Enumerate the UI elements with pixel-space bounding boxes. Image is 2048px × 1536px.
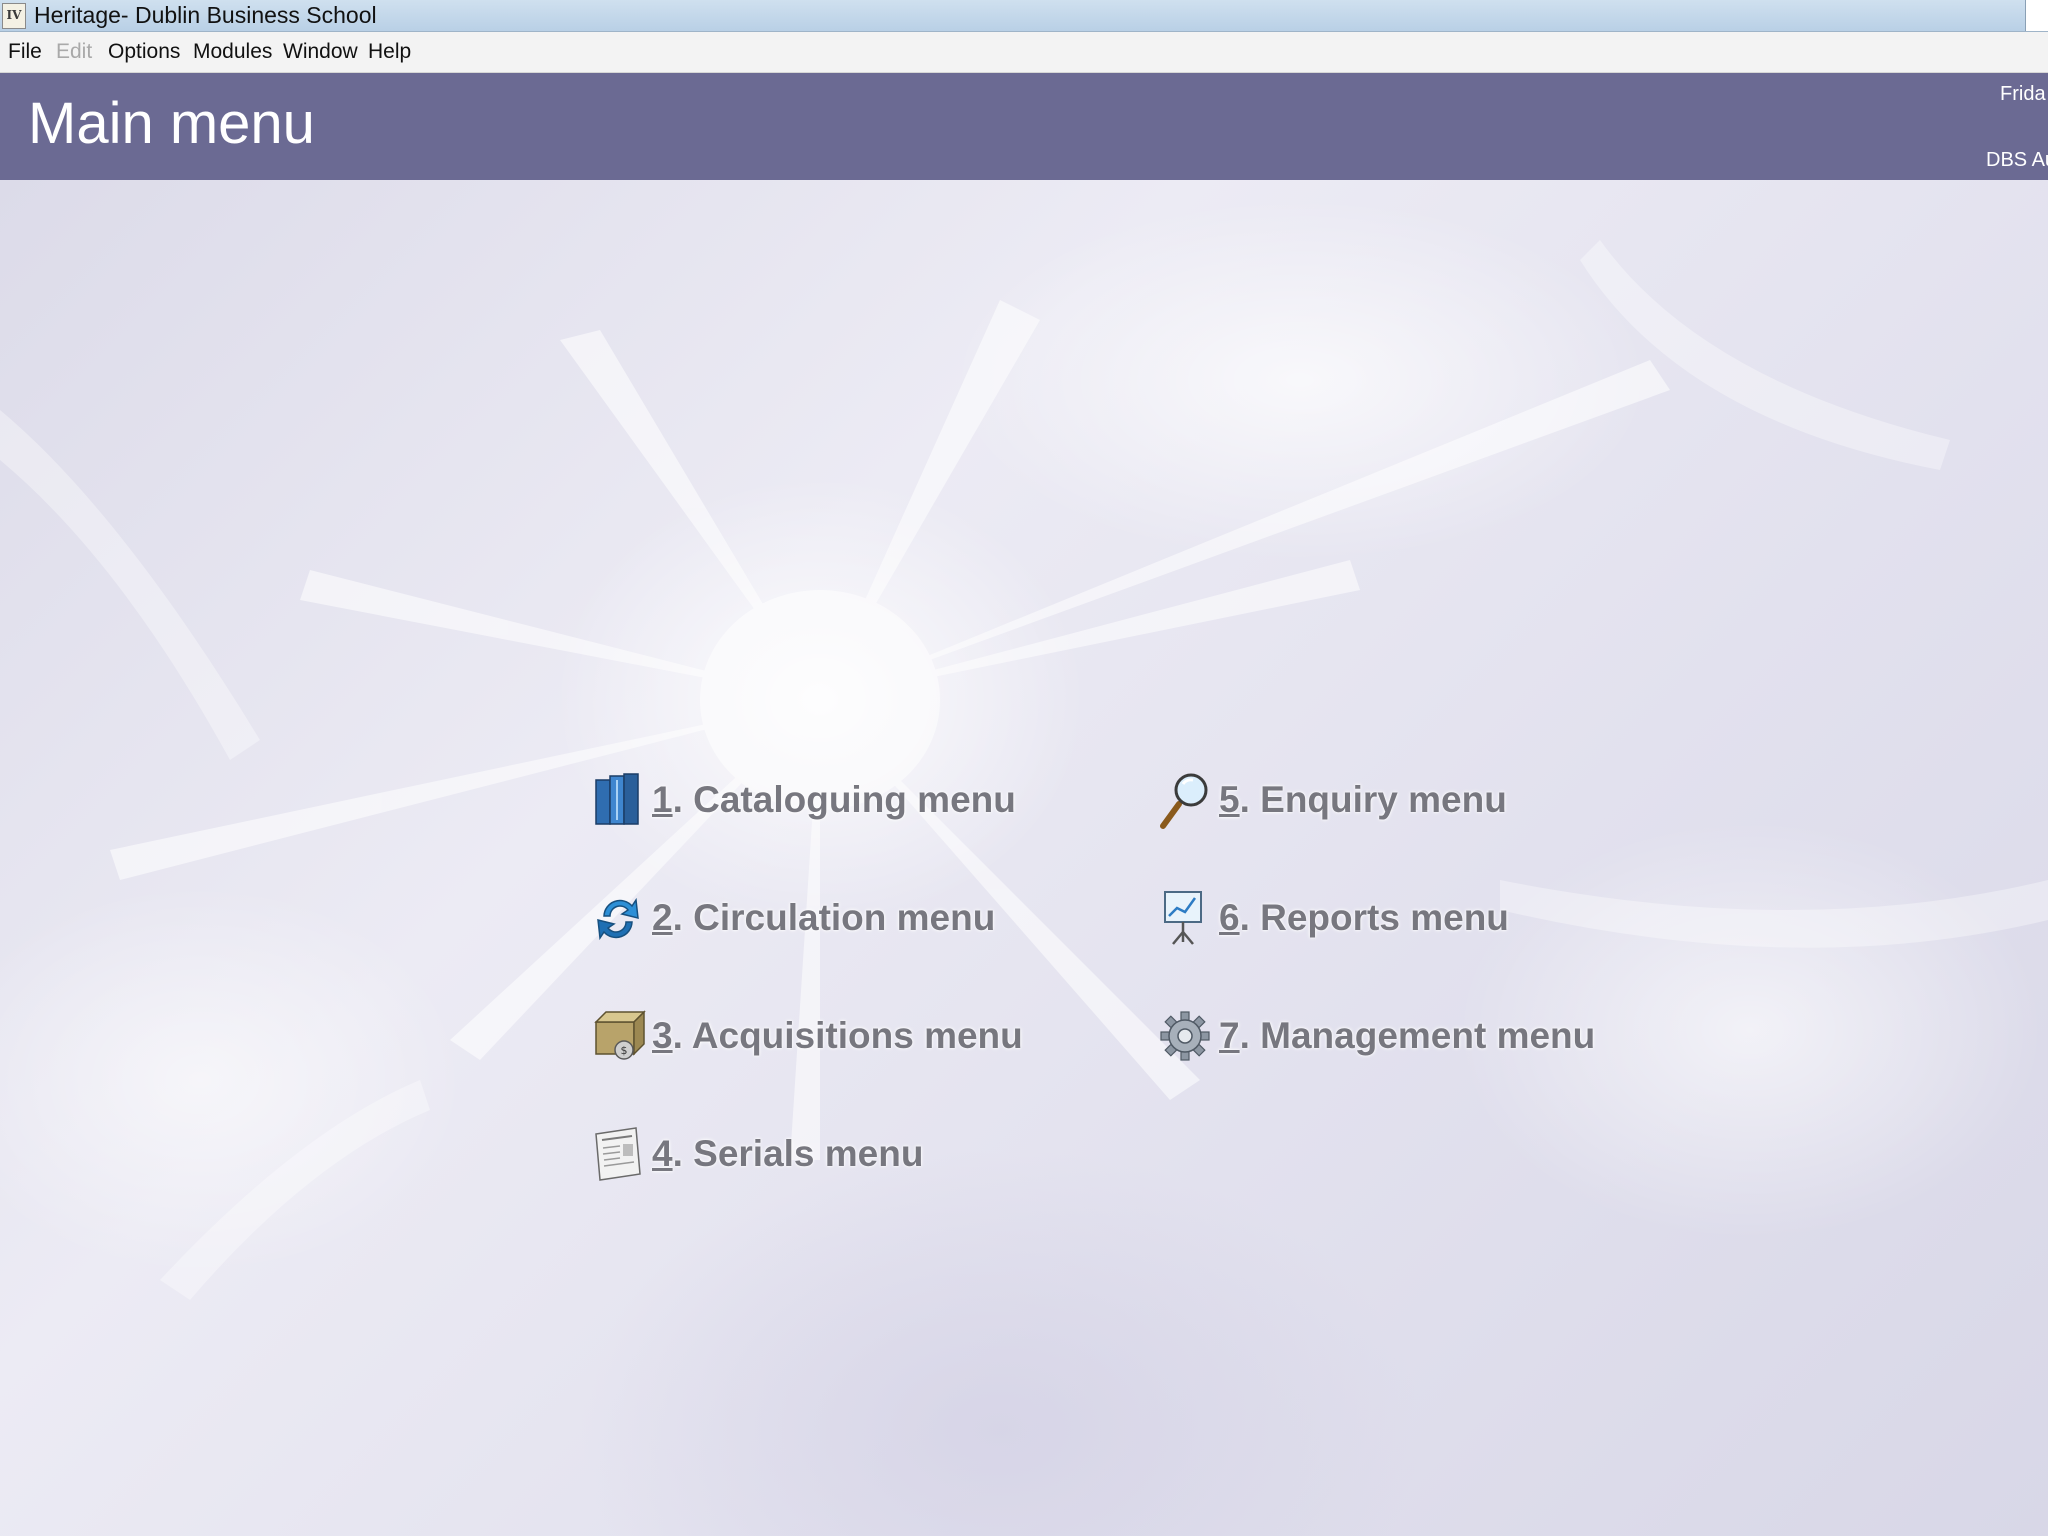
menu-help[interactable]: Help [364,32,415,72]
books-icon [595,773,639,825]
gear-icon [1160,1011,1210,1061]
menu-item-label: . Management menu [1239,1015,1596,1056]
menu-item-label: . Acquisitions menu [672,1015,1023,1056]
header-user: DBS Au [1986,149,2048,171]
menu-item-label: . Reports menu [1239,897,1509,938]
menu-item-number: 3 [652,1015,673,1056]
menu-edit[interactable]: Edit [52,32,96,72]
menu-modules[interactable]: Modules [189,32,276,72]
header-date: Frida [2000,83,2046,105]
title-bar: IV Heritage- Dublin Business School [0,0,2048,32]
menu-item-number: 5 [1219,779,1240,820]
reports-menu-link[interactable]: 6. Reports menu [1157,888,1509,948]
menu-file[interactable]: File [4,32,46,72]
management-menu-link[interactable]: 7. Management menu [1157,1006,1595,1066]
menu-item-number: 4 [652,1133,673,1174]
enquiry-menu-link[interactable]: 5. Enquiry menu [1157,770,1507,830]
menu-options[interactable]: Options [104,32,184,72]
menu-item-number: 1 [652,779,673,820]
acquisitions-menu-link[interactable]: $ 3. Acquisitions menu [590,1006,1023,1066]
acquisitions-box-icon: $ [594,1010,646,1060]
window-control[interactable] [2025,0,2048,31]
serials-menu-link[interactable]: 4. Serials menu [590,1124,923,1184]
menu-item-number: 6 [1219,897,1240,938]
circulation-arrows-icon [597,897,639,941]
window-title: Heritage- Dublin Business School [34,2,377,28]
main-content: 1. Cataloguing menu 2. Circulation menu … [0,180,2048,1536]
menu-item-number: 7 [1219,1015,1240,1056]
circulation-menu-link[interactable]: 2. Circulation menu [590,888,995,948]
chart-board-icon [1164,891,1202,945]
menu-item-number: 2 [652,897,673,938]
menu-item-label: . Circulation menu [672,897,996,938]
newspaper-icon [595,1127,641,1181]
app-icon[interactable]: IV [2,3,26,29]
menu-bar: File Edit Options Modules Window Help [0,32,2048,73]
background-flower-image [0,240,2048,1300]
menu-window[interactable]: Window [279,32,362,72]
menu-item-label: . Serials menu [672,1133,924,1174]
menu-item-label: . Enquiry menu [1239,779,1507,820]
menu-item-label: . Cataloguing menu [672,779,1016,820]
magnifier-icon [1160,773,1208,829]
page-header: Main menu Frida DBS Au [0,73,2048,180]
svg-text:$: $ [621,1044,628,1057]
page-title: Main menu [28,91,315,156]
cataloguing-menu-link[interactable]: 1. Cataloguing menu [590,770,1016,830]
